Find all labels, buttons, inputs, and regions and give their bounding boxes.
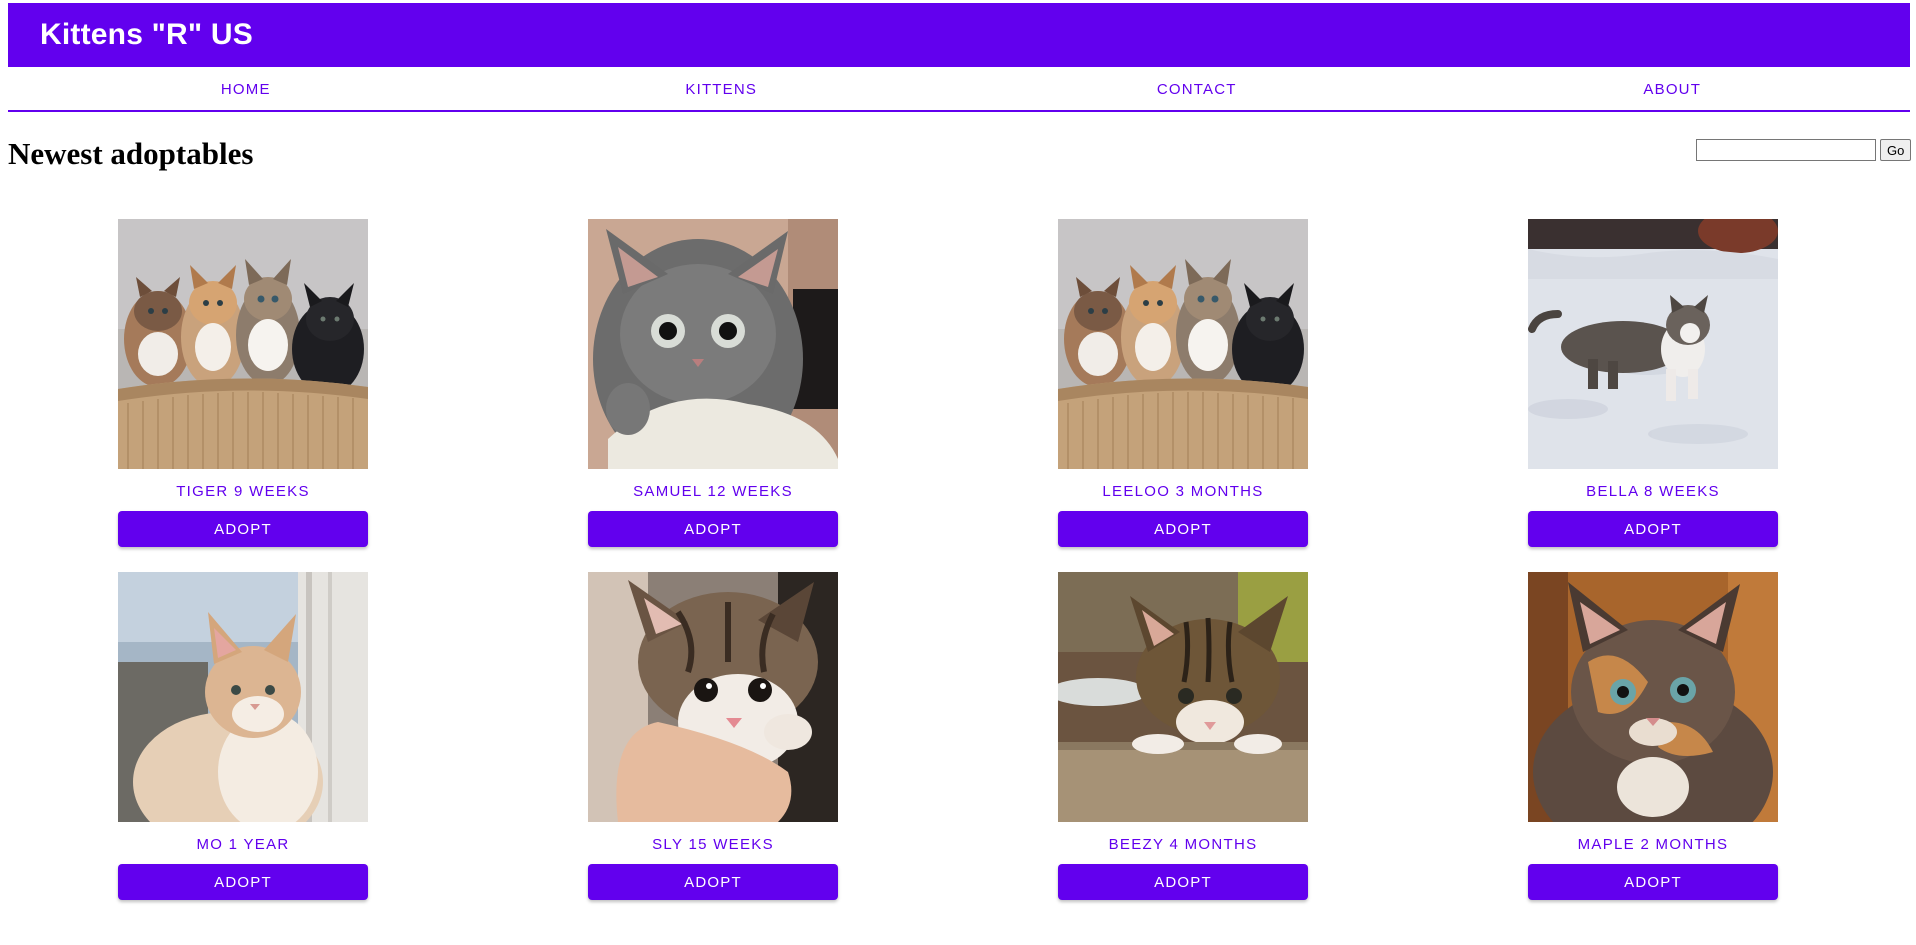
kitten-card: LEELOO 3 MONTHS ADOPT [948, 219, 1418, 547]
kitten-caption: MAPLE 2 MONTHS [1577, 836, 1729, 853]
kitten-caption: BELLA 8 WEEKS [1586, 483, 1720, 500]
kitten-card: SLY 15 WEEKS ADOPT [478, 572, 948, 900]
page-title: Newest adoptables [8, 136, 254, 171]
kitten-grid: TIGER 9 WEEKS ADOPT SAMUEL 12 WEEKS ADOP… [8, 219, 1888, 900]
kitten-card: BELLA 8 WEEKS ADOPT [1418, 219, 1888, 547]
kitten-on-hand-photo[interactable] [588, 572, 838, 822]
tab-home[interactable]: HOME [8, 68, 484, 110]
kitten-caption: SAMUEL 12 WEEKS [633, 483, 793, 500]
kitten-card: TIGER 9 WEEKS ADOPT [8, 219, 478, 547]
kitten-caption: LEELOO 3 MONTHS [1102, 483, 1264, 500]
adopt-button[interactable]: ADOPT [118, 864, 368, 900]
adopt-button[interactable]: ADOPT [1528, 864, 1778, 900]
kitten-card: BEEZY 4 MONTHS ADOPT [948, 572, 1418, 900]
adopt-button[interactable]: ADOPT [1528, 511, 1778, 547]
tab-contact[interactable]: CONTACT [959, 68, 1435, 110]
main-nav: HOME KITTENS CONTACT ABOUT [8, 68, 1910, 112]
kitten-caption: SLY 15 WEEKS [652, 836, 774, 853]
adopt-button[interactable]: ADOPT [1058, 864, 1308, 900]
kittens-in-basket-photo[interactable] [1058, 219, 1308, 469]
kitten-in-snow-photo[interactable] [1528, 219, 1778, 469]
search-form: Go [1696, 139, 1912, 161]
kitten-caption: BEEZY 4 MONTHS [1108, 836, 1258, 853]
kitten-caption: MO 1 YEAR [196, 836, 290, 853]
tabby-kitten-on-table-photo[interactable] [1058, 572, 1308, 822]
adopt-button[interactable]: ADOPT [588, 511, 838, 547]
app-header: Kittens "R" US [8, 3, 1910, 67]
kitten-card: MO 1 YEAR ADOPT [8, 572, 478, 900]
kitten-caption: TIGER 9 WEEKS [176, 483, 310, 500]
adopt-button[interactable]: ADOPT [588, 864, 838, 900]
ginger-white-cat-photo[interactable] [118, 572, 368, 822]
kitten-card: SAMUEL 12 WEEKS ADOPT [478, 219, 948, 547]
app-title: Kittens "R" US [40, 18, 253, 51]
grey-fluffy-kitten-photo[interactable] [588, 219, 838, 469]
adopt-button[interactable]: ADOPT [118, 511, 368, 547]
search-go-button[interactable]: Go [1880, 139, 1912, 161]
tab-kittens[interactable]: KITTENS [484, 68, 960, 110]
adopt-button[interactable]: ADOPT [1058, 511, 1308, 547]
kittens-in-basket-photo[interactable] [118, 219, 368, 469]
search-input[interactable] [1696, 139, 1876, 161]
tortoiseshell-kitten-photo[interactable] [1528, 572, 1778, 822]
kitten-card: MAPLE 2 MONTHS ADOPT [1418, 572, 1888, 900]
tab-about[interactable]: ABOUT [1435, 68, 1911, 110]
